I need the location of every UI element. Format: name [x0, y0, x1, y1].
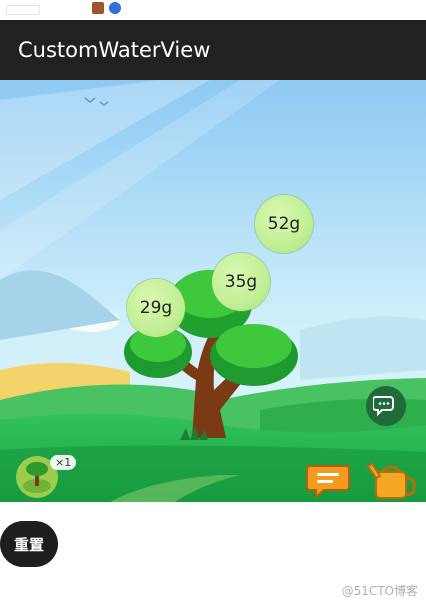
status-bar	[0, 0, 426, 20]
bubble-label: 52g	[267, 214, 301, 234]
chat-button[interactable]	[366, 386, 406, 426]
notification-app-icon	[92, 2, 104, 14]
watering-can-button[interactable]	[366, 458, 418, 502]
water-bubble[interactable]: 52g	[255, 195, 313, 253]
chat-bubbles-icon	[373, 396, 394, 417]
tree-count-badge: ×1	[50, 455, 77, 470]
message-icon	[306, 465, 350, 500]
water-bubble[interactable]: 29g	[127, 279, 185, 337]
watermark: @51CTO博客	[341, 584, 418, 598]
notification-browser-icon	[109, 2, 121, 14]
watering-can-icon	[366, 462, 416, 499]
app-bar: CustomWaterView	[0, 20, 426, 80]
status-placeholder	[6, 5, 40, 15]
water-bubble[interactable]: 35g	[212, 253, 270, 311]
bubble-label: 29g	[139, 298, 173, 318]
garden-scene: 52g 35g 29g	[0, 80, 426, 502]
message-button[interactable]	[306, 462, 350, 500]
bubble-label: 35g	[224, 272, 258, 292]
reset-button[interactable]: 重置	[0, 521, 58, 567]
app-title: CustomWaterView	[18, 38, 211, 62]
